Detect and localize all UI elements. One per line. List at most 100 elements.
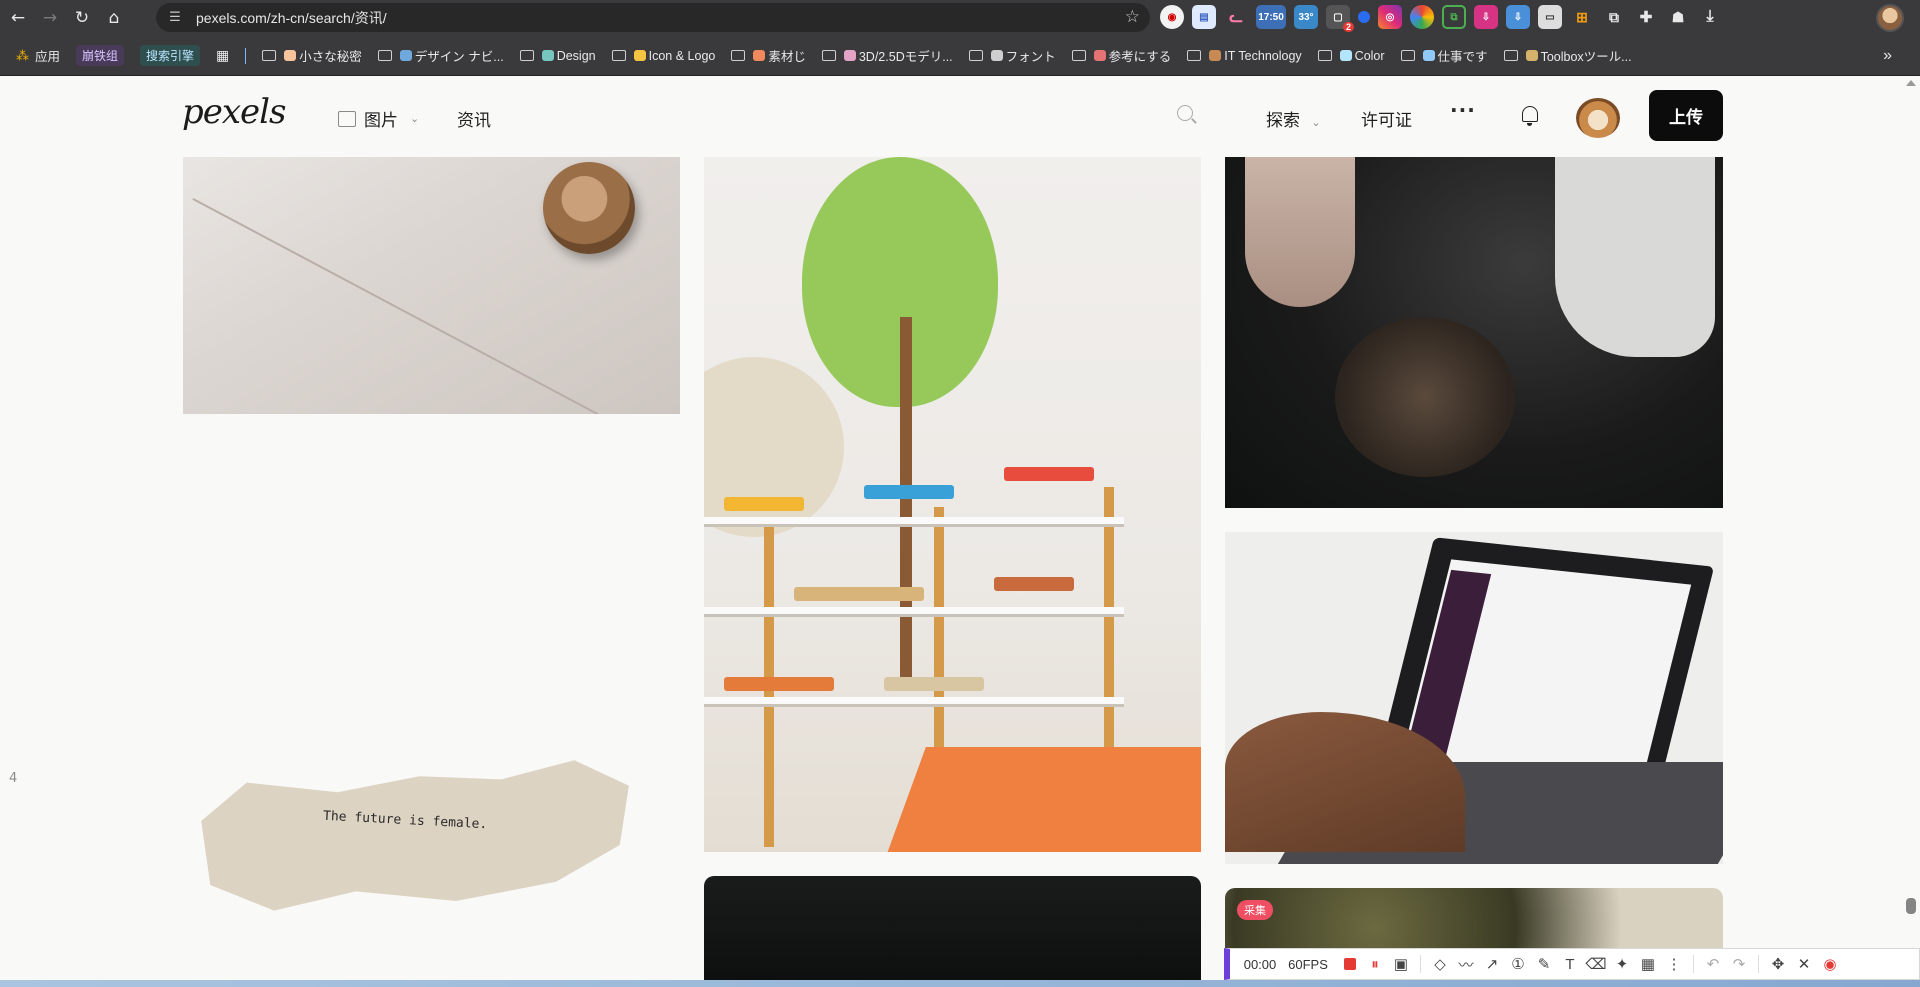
extension-window-icon[interactable]: ▭ — [1538, 5, 1562, 29]
scrollbar-thumb[interactable] — [1906, 898, 1916, 914]
bookmark-star-icon[interactable]: ☆ — [1125, 7, 1140, 27]
bookmark-apps[interactable]: ⁂ 应用 — [16, 46, 60, 65]
pexels-logo[interactable]: pexels — [182, 92, 287, 132]
pen-path-icon[interactable]: 〰 — [1453, 951, 1479, 977]
user-avatar[interactable] — [1576, 98, 1620, 138]
downloads-icon[interactable]: ⤓ — [1698, 5, 1722, 29]
pencil-icon[interactable]: ✎ — [1531, 951, 1557, 977]
folder-icon — [262, 50, 277, 61]
folder-icon — [519, 50, 534, 61]
extension-crop-icon[interactable]: ⧉ — [1442, 5, 1466, 29]
extension-download-pink-icon[interactable]: ⇩ — [1474, 5, 1498, 29]
bookmark-emoji-icon — [1422, 50, 1435, 61]
more-icon[interactable]: ⋮ — [1661, 951, 1687, 977]
incognito-icon[interactable]: ☗ — [1666, 5, 1690, 29]
bookmark-label: 搜索引擎 — [140, 45, 201, 66]
extension-cat-icon[interactable]: ᓚ — [1224, 5, 1248, 29]
shelf-board — [704, 517, 1124, 527]
site-info-icon[interactable]: ☰ — [164, 10, 186, 25]
bookmarks-divider — [245, 47, 247, 64]
extension-red-icon[interactable]: ◉ — [1160, 5, 1184, 29]
shape-icon[interactable]: ◇ — [1427, 951, 1453, 977]
bookmark-pill[interactable]: 崩铁组 — [76, 45, 125, 66]
orange-rug — [882, 747, 1201, 852]
webcam-icon[interactable]: ▣ — [1388, 951, 1414, 977]
bookmark-emoji-icon — [1525, 50, 1538, 61]
nav-photos-dropdown[interactable]: 图片 ⌄ — [338, 106, 419, 131]
bookmark-label: フォント — [1005, 50, 1056, 64]
extension-doc-icon[interactable]: ▤ — [1192, 5, 1216, 29]
address-bar[interactable]: ☰ pexels.com/zh-cn/search/资讯/ ☆ — [156, 3, 1150, 32]
grid-icon: ▦ — [216, 47, 230, 63]
scroll-up-arrow-icon[interactable] — [1906, 80, 1916, 86]
nav-news-link[interactable]: 资讯 — [457, 106, 491, 131]
photo-envelope-wax-seal[interactable] — [183, 157, 680, 414]
wax-seal — [543, 162, 635, 254]
extension-clock-icon[interactable]: 17:50 — [1256, 5, 1286, 29]
back-button[interactable]: ← — [4, 4, 32, 32]
extensions-row: ◉ ▤ ᓚ 17:50 33° ▢ 2 ◎ ⧉ ⇩ ⇩ ▭ ⊞ ⧉ ✚ ☗ ⤓ — [1160, 5, 1722, 32]
extension-counter-icon[interactable]: ▢ 2 — [1326, 5, 1354, 32]
highlighter-icon[interactable]: ✦ — [1609, 951, 1635, 977]
bookmark-folder[interactable]: Color — [1317, 49, 1385, 63]
extension-download-blue-icon[interactable]: ⇩ — [1506, 5, 1530, 29]
explore-dropdown[interactable]: 探索 ⌄ — [1266, 106, 1321, 131]
move-icon[interactable]: ✥ — [1765, 951, 1791, 977]
extension-blue-dot-icon[interactable] — [1358, 11, 1370, 23]
photo-bronze-statue-hands[interactable] — [1225, 157, 1723, 508]
forward-button[interactable]: → — [36, 4, 64, 32]
photo-dark-forest[interactable] — [704, 876, 1201, 987]
mosaic-icon[interactable]: ▦ — [1635, 951, 1661, 977]
bookmark-folder[interactable]: 素材じ — [731, 46, 806, 65]
bookmark-folder[interactable]: 3D/2.5Dモデリ... — [821, 46, 953, 65]
extension-count-badge: 2 — [1342, 22, 1354, 32]
bookmark-pill[interactable]: 搜索引擎 — [140, 45, 201, 66]
license-link[interactable]: 许可证 — [1361, 106, 1412, 131]
screen-recorder-toolbar: 00:00 60FPS ⏸ ▣ ◇ 〰 ↗ ① ✎ T ⌫ ✦ ▦ ⋮ ↶ ↷ … — [1224, 948, 1920, 980]
extension-grid-icon[interactable]: ⊞ — [1570, 5, 1594, 29]
bookmark-folder[interactable]: デザイン ナビ... — [377, 46, 504, 65]
profile-avatar[interactable] — [1876, 4, 1904, 32]
text-icon[interactable]: T — [1557, 951, 1583, 977]
extension-instagram-icon[interactable]: ◎ — [1378, 5, 1402, 29]
home-button[interactable]: ⌂ — [100, 4, 128, 32]
photo-montessori-shelf[interactable] — [704, 157, 1201, 852]
notification-bell-icon[interactable] — [1522, 106, 1538, 126]
number-icon[interactable]: ① — [1505, 951, 1531, 977]
eraser-icon[interactable]: ⌫ — [1583, 951, 1609, 977]
record-icon[interactable]: ◉ — [1817, 951, 1843, 977]
bookmark-folder[interactable]: IT Technology — [1187, 49, 1302, 63]
collect-tag[interactable]: 采集 — [1237, 900, 1273, 920]
bookmark-folder[interactable]: 参考にする — [1071, 46, 1171, 65]
bookmarks-bar: ⁂ 应用 崩铁组 搜索引擎 ▦ 小さな秘密 デザイン ナビ... Design Icon & L… — [0, 36, 1920, 76]
stop-record-icon[interactable] — [1344, 958, 1356, 970]
taskbar-strip — [0, 980, 1920, 987]
redo-icon[interactable]: ↷ — [1726, 951, 1752, 977]
upload-button[interactable]: 上传 — [1649, 90, 1723, 141]
extensions-puzzle-icon[interactable]: ✚ — [1634, 5, 1658, 29]
site-header: pexels 图片 ⌄ 资讯 探索 ⌄ 许可证 ··· 上传 — [0, 76, 1920, 157]
photo-torn-paper-quote[interactable]: The future is female. — [183, 757, 638, 917]
extension-bookmarks-icon[interactable]: ⧉ — [1602, 5, 1626, 29]
reload-button[interactable]: ↻ — [68, 4, 96, 32]
undo-icon[interactable]: ↶ — [1700, 951, 1726, 977]
extension-color-wheel-icon[interactable] — [1410, 5, 1434, 29]
pause-icon[interactable]: ⏸ — [1362, 951, 1388, 977]
close-icon[interactable]: ✕ — [1791, 951, 1817, 977]
extension-weather-icon[interactable]: 33° — [1294, 5, 1318, 29]
bookmark-folder[interactable]: Toolboxツール... — [1503, 46, 1632, 65]
toy-box — [884, 677, 984, 691]
bookmark-folder[interactable]: Icon & Logo — [611, 49, 715, 63]
bookmark-folder[interactable]: 小さな秘密 — [262, 46, 362, 65]
bookmark-folder[interactable]: フォント — [968, 46, 1056, 65]
bookmark-emoji-icon — [1209, 50, 1222, 61]
bookmark-grid[interactable]: ▦ — [216, 47, 247, 64]
arrow-icon[interactable]: ↗ — [1479, 951, 1505, 977]
bookmark-folder[interactable]: Design — [519, 49, 596, 63]
search-icon[interactable] — [1177, 105, 1193, 121]
bookmark-emoji-icon — [541, 50, 554, 61]
more-menu-icon[interactable]: ··· — [1450, 98, 1476, 122]
bookmarks-overflow-icon[interactable]: » — [1883, 47, 1892, 65]
bookmark-folder[interactable]: 仕事です — [1400, 46, 1488, 65]
photo-laptop-typing[interactable] — [1225, 532, 1723, 864]
